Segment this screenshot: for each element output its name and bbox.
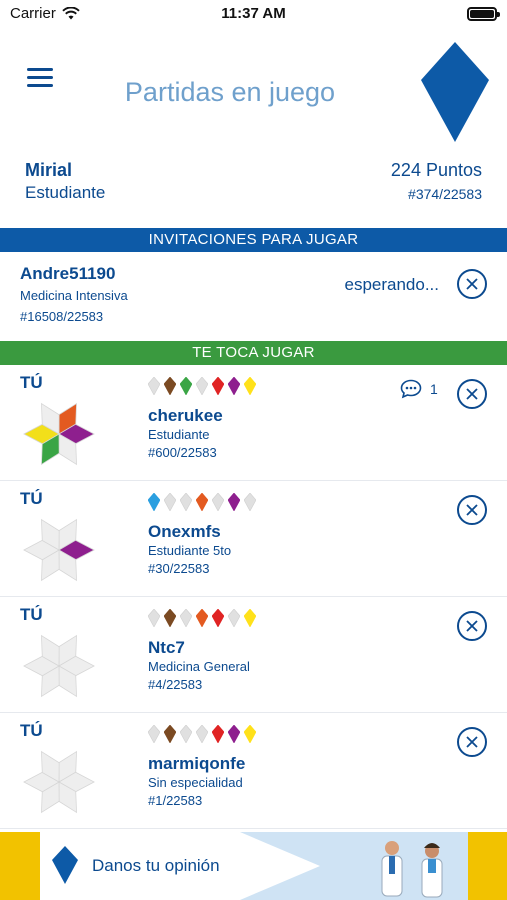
gem-icon [148,377,160,395]
turn-label: TÚ [20,721,43,740]
turn-label: TÚ [20,489,43,508]
category-gems [148,609,256,627]
remove-game-button[interactable] [457,611,487,641]
gem-icon [148,493,160,511]
game-row[interactable]: TÚ marmiqonfe Sin especialidad #1/22583 [0,713,507,829]
close-icon [466,736,478,748]
opponent-specialty: Sin especialidad [148,775,243,790]
invite-player-specialty: Medicina Intensiva [20,288,128,303]
gem-icon [180,493,192,511]
game-row[interactable]: TÚ Onexmfs Estudiante 5to #30/22583 [0,481,507,597]
kite-icon [52,846,78,884]
turn-label: TÚ [20,605,43,624]
opponent-rank: #1/22583 [148,793,203,808]
category-gems [148,725,256,743]
status-time: 11:37 AM [221,5,286,22]
cancel-invitation-button[interactable] [457,269,487,299]
invitation-row[interactable]: Andre51190 Medicina Intensiva #16508/225… [0,252,507,341]
hamburger-icon [27,68,53,71]
gem-icon [244,377,256,395]
gem-icon [212,377,224,395]
category-gems [148,377,256,395]
opponent-specialty: Medicina General [148,659,250,674]
gem-icon [196,377,208,395]
page-title: Partidas en juego [124,77,336,107]
user-info: Mirial Estudiante [25,160,105,203]
gem-icon [212,493,224,511]
opponent-name: cherukee [148,406,223,425]
gem-icon [196,493,208,511]
close-icon [466,388,478,400]
gem-icon [244,609,256,627]
game-row[interactable]: TÚ cherukee Estudiante #600/22583 1 [0,365,507,481]
remove-game-button[interactable] [457,727,487,757]
gem-icon [228,609,240,627]
gem-icon [148,725,160,743]
progress-star-icon [23,402,95,466]
gem-icon [164,609,176,627]
progress-star-icon [23,750,95,814]
gem-icon [180,609,192,627]
invite-player-name: Andre51190 [20,264,116,283]
user-role: Estudiante [25,183,106,202]
kite-logo-icon [421,42,489,142]
gem-icon [164,725,176,743]
feedback-banner[interactable]: Danos tu opinión [0,832,507,900]
battery-icon [467,7,500,21]
doctors-illustration-icon [381,841,443,898]
opponent-rank: #600/22583 [148,445,217,460]
invite-status: esperando... [344,275,439,294]
gem-icon [164,493,176,511]
gem-icon [228,725,240,743]
gem-icon [196,609,208,627]
chat-count: 1 [430,381,438,397]
close-icon [466,278,478,290]
opponent-specialty: Estudiante [148,427,210,442]
user-name: Mirial [25,160,73,180]
gem-icon [244,725,256,743]
progress-star-icon [23,518,95,582]
game-row[interactable]: TÚ Ntc7 Medicina General #4/22583 [0,597,507,713]
invite-player-rank: #16508/22583 [20,309,104,324]
gem-icon [244,493,256,511]
gem-icon [212,609,224,627]
chat-button[interactable]: 1 [400,379,438,399]
status-bar: Carrier 11:37 AM [0,0,507,28]
remove-game-button[interactable] [457,495,487,525]
opponent-specialty: Estudiante 5to [148,543,232,558]
turn-label: TÚ [20,373,43,392]
close-icon [466,504,478,516]
gem-icon [180,377,192,395]
gem-icon [212,725,224,743]
gem-icon [228,377,240,395]
gem-icon [148,609,160,627]
user-points: 224 Puntos #374/22583 [391,160,482,202]
opponent-rank: #4/22583 [148,677,203,692]
points-value: 224 Puntos [390,160,482,180]
banner-label: Danos tu opinión [92,856,220,875]
category-gems [148,493,256,511]
gem-icon [228,493,240,511]
opponent-name: Ntc7 [148,638,185,657]
turn-section-header: TE TOCA JUGAR [0,341,507,365]
remove-game-button[interactable] [457,379,487,409]
opponent-name: Onexmfs [148,522,221,541]
opponent-name: marmiqonfe [148,754,246,773]
progress-star-icon [23,634,95,698]
gem-icon [196,725,208,743]
opponent-rank: #30/22583 [148,561,210,576]
chat-bubble-icon [400,379,422,399]
gem-icon [164,377,176,395]
user-rank: #374/22583 [408,186,482,202]
invitations-section-header: INVITACIONES PARA JUGAR [0,228,507,252]
close-icon [466,620,478,632]
gem-icon [180,725,192,743]
